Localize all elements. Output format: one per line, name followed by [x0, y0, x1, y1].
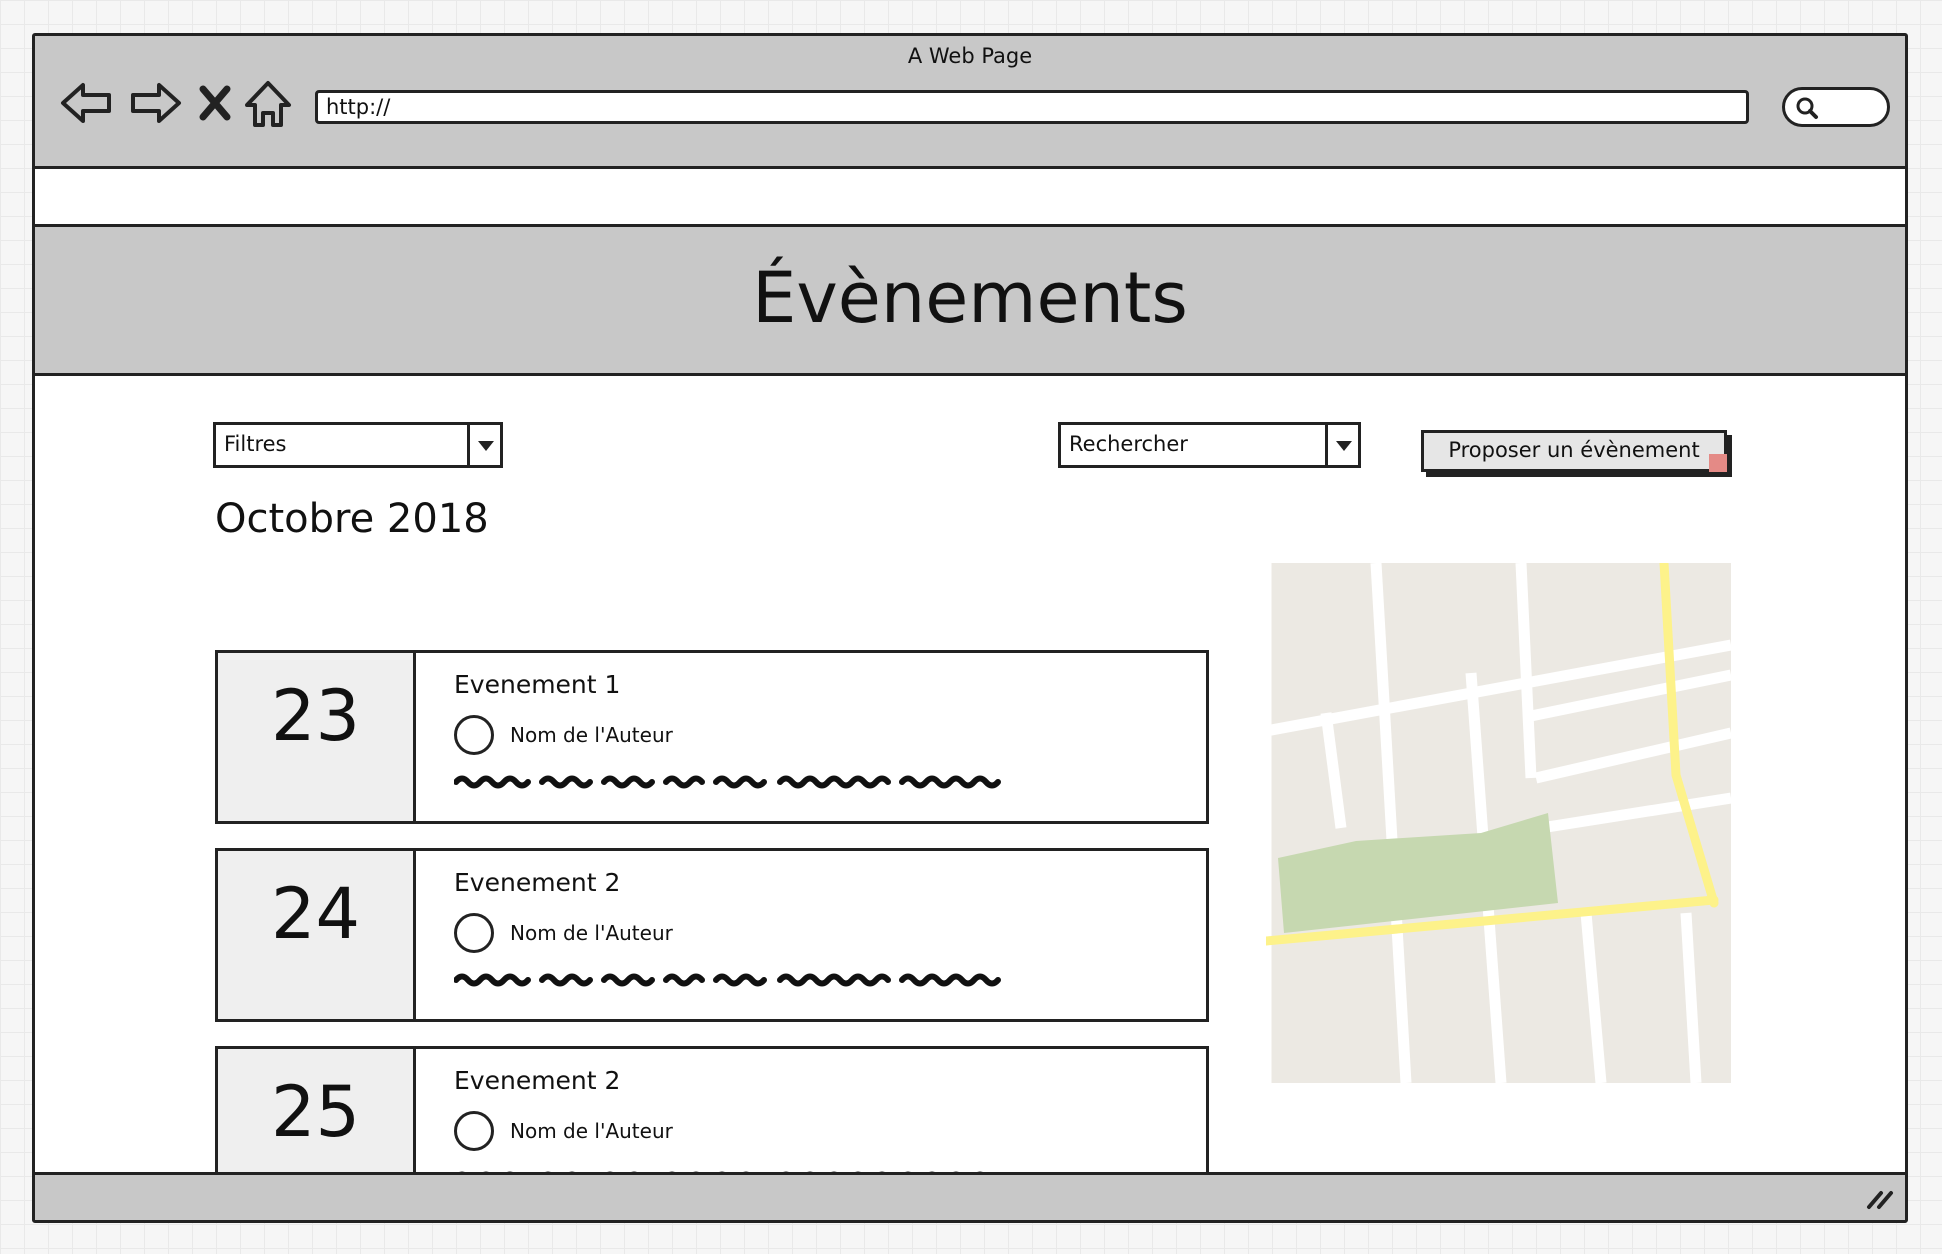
search-dropdown-label: Rechercher: [1069, 432, 1188, 456]
chevron-down-icon: [1325, 425, 1358, 465]
event-author[interactable]: Nom de l'Auteur: [510, 1119, 673, 1143]
link-corner-icon: [1709, 454, 1727, 472]
search-dropdown[interactable]: Rechercher: [1058, 422, 1361, 468]
page-title: Évènements: [752, 257, 1188, 339]
window-title: A Web Page: [907, 44, 1033, 68]
browser-search-field[interactable]: [1782, 87, 1890, 127]
event-author[interactable]: Nom de l'Auteur: [510, 723, 673, 747]
filters-dropdown-label: Filtres: [224, 432, 287, 456]
event-card[interactable]: 25 Evenement 2 Nom de l'Auteur: [215, 1046, 1209, 1173]
stop-icon[interactable]: [195, 73, 235, 133]
avatar[interactable]: [454, 1111, 494, 1151]
home-icon[interactable]: [243, 73, 293, 133]
search-icon: [1796, 97, 1818, 119]
text-placeholder-scribble: [454, 775, 1001, 789]
event-day: 24: [218, 851, 416, 1019]
resize-grip-icon[interactable]: [1865, 1187, 1895, 1211]
browser-chrome: A Web Page http://: [35, 36, 1905, 169]
event-day: 25: [218, 1049, 416, 1173]
event-author[interactable]: Nom de l'Auteur: [510, 921, 673, 945]
event-day: 23: [218, 653, 416, 821]
events-map[interactable]: [1266, 563, 1731, 1083]
event-title[interactable]: Evenement 2: [454, 1066, 620, 1095]
event-card[interactable]: 23 Evenement 1 Nom de l'Auteur: [215, 650, 1209, 824]
propose-event-label: Proposer un évènement: [1448, 438, 1700, 462]
text-placeholder-scribble: [454, 973, 1001, 987]
month-heading: Octobre 2018: [215, 496, 489, 542]
url-input[interactable]: http://: [315, 90, 1749, 124]
status-bar: [35, 1172, 1905, 1220]
browser-window: A Web Page http:// Évènements Filtres Re…: [32, 33, 1908, 1223]
page-header: Évènements: [35, 227, 1905, 376]
avatar[interactable]: [454, 913, 494, 953]
event-title[interactable]: Evenement 2: [454, 868, 620, 897]
chevron-down-icon: [467, 425, 500, 465]
forward-arrow-icon[interactable]: [125, 73, 185, 133]
propose-event-button[interactable]: Proposer un évènement: [1421, 430, 1727, 472]
main-content: Filtres Rechercher Proposer un évènement…: [35, 376, 1905, 1173]
event-card[interactable]: 24 Evenement 2 Nom de l'Auteur: [215, 848, 1209, 1022]
back-arrow-icon[interactable]: [57, 73, 117, 133]
filters-dropdown[interactable]: Filtres: [213, 422, 503, 468]
event-title[interactable]: Evenement 1: [454, 670, 620, 699]
avatar[interactable]: [454, 715, 494, 755]
top-nav-strip: [35, 169, 1905, 227]
